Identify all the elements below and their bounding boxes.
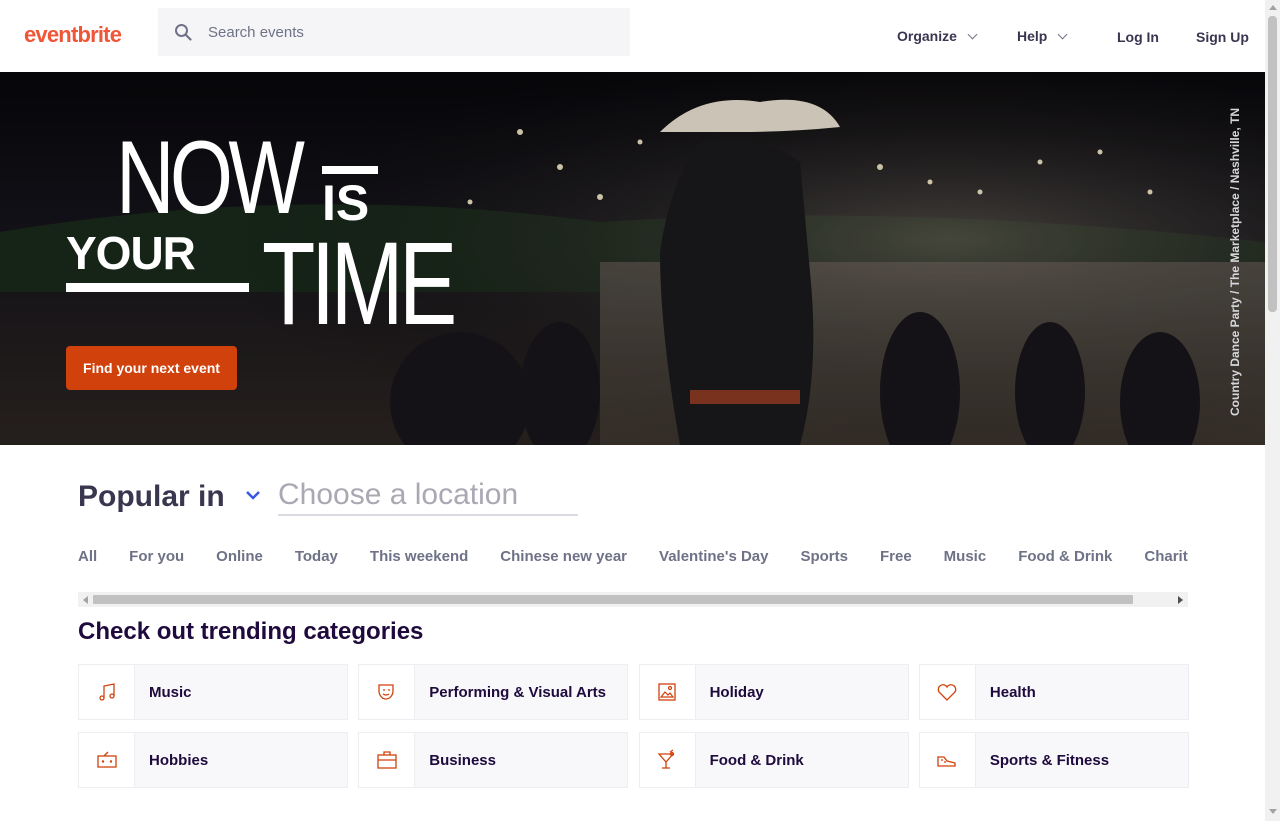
scroll-down-icon[interactable] xyxy=(1269,809,1277,814)
heart-icon xyxy=(919,665,976,719)
briefcase-icon xyxy=(359,733,416,787)
chevron-down-icon xyxy=(1057,29,1068,40)
tab-sports[interactable]: Sports xyxy=(800,548,848,565)
search-bar[interactable] xyxy=(158,8,630,56)
tab-this-weekend[interactable]: This weekend xyxy=(370,548,468,565)
eventbrite-logo[interactable]: eventbrite xyxy=(24,22,122,48)
tab-charity-causes[interactable]: Charity & Causes xyxy=(1144,548,1188,565)
category-label: Holiday xyxy=(709,683,764,701)
category-label: Music xyxy=(149,683,192,701)
category-card-music[interactable]: Music xyxy=(78,664,348,720)
category-label: Hobbies xyxy=(149,751,209,769)
find-next-event-button[interactable]: Find your next event xyxy=(66,346,237,390)
tab-chinese-new-year[interactable]: Chinese new year xyxy=(500,548,627,565)
popular-in-section: Popular in xyxy=(78,476,578,516)
search-input[interactable] xyxy=(208,20,608,44)
tab-for-you[interactable]: For you xyxy=(129,548,184,565)
help-menu[interactable]: Help xyxy=(1017,28,1068,44)
category-card-health[interactable]: Health xyxy=(918,664,1189,720)
category-card-holiday[interactable]: Holiday xyxy=(638,664,909,720)
page-scrollbar[interactable] xyxy=(1265,0,1280,821)
chevron-down-icon[interactable] xyxy=(246,488,260,502)
cocktail-icon xyxy=(639,733,696,787)
category-card-performing-visual-arts[interactable]: Performing & Visual Arts xyxy=(358,664,629,720)
headline-your-bar xyxy=(66,283,249,292)
tab-music[interactable]: Music xyxy=(944,548,987,565)
top-nav-bar: eventbrite Organize Help Log In Sign Up xyxy=(0,0,1265,72)
sneaker-icon xyxy=(919,733,976,787)
trending-title: Check out trending categories xyxy=(78,618,424,645)
popular-in-label: Popular in xyxy=(78,480,225,513)
category-label: Performing & Visual Arts xyxy=(429,683,607,701)
tab-online[interactable]: Online xyxy=(216,548,263,565)
category-card-hobbies[interactable]: Hobbies xyxy=(78,732,348,788)
scroll-left-icon[interactable] xyxy=(83,596,88,604)
tab-today[interactable]: Today xyxy=(295,548,338,565)
category-tabs: All For you Online Today This weekend Chinese… xyxy=(78,548,1188,568)
scroll-up-icon[interactable] xyxy=(1269,5,1277,10)
headline-is-bar xyxy=(322,166,378,174)
help-label: Help xyxy=(1017,28,1048,44)
chevron-down-icon xyxy=(967,29,978,40)
category-label: Business xyxy=(429,751,496,769)
category-label: Food & Drink xyxy=(709,751,804,769)
tab-valentine-s-day[interactable]: Valentine's Day xyxy=(659,548,768,565)
organize-label: Organize xyxy=(897,28,957,44)
picture-frame-icon xyxy=(639,665,696,719)
headline-time: TIME xyxy=(262,218,457,350)
scroll-right-icon[interactable] xyxy=(1178,596,1183,604)
category-card-sports-fitness[interactable]: Sports & Fitness xyxy=(918,732,1189,788)
category-card-business[interactable]: Business xyxy=(358,732,629,788)
tab-all[interactable]: All xyxy=(78,548,97,565)
hero-banner: NOW IS YOUR TIME Find your next event Co… xyxy=(0,72,1265,445)
scrollbar-thumb[interactable] xyxy=(93,595,1133,604)
headline-your: YOUR xyxy=(66,227,196,279)
photo-credit: Country Dance Party / The Marketplace / … xyxy=(1228,107,1242,416)
login-link[interactable]: Log In xyxy=(1117,29,1159,45)
category-card-food-drink[interactable]: Food & Drink xyxy=(638,732,909,788)
signup-link[interactable]: Sign Up xyxy=(1196,29,1249,45)
category-label: Sports & Fitness xyxy=(989,751,1110,769)
headline-now: NOW xyxy=(116,120,305,236)
location-input[interactable] xyxy=(278,476,578,516)
music-note-icon xyxy=(79,665,135,719)
scrollbar-thumb[interactable] xyxy=(1268,16,1277,312)
tab-food-drink[interactable]: Food & Drink xyxy=(1018,548,1112,565)
radio-icon xyxy=(79,733,135,787)
category-label: Health xyxy=(989,683,1036,701)
tab-free[interactable]: Free xyxy=(880,548,912,565)
organize-menu[interactable]: Organize xyxy=(897,28,978,44)
search-icon xyxy=(175,24,192,41)
tabs-scrollbar[interactable] xyxy=(78,592,1188,607)
theater-mask-icon xyxy=(359,665,416,719)
